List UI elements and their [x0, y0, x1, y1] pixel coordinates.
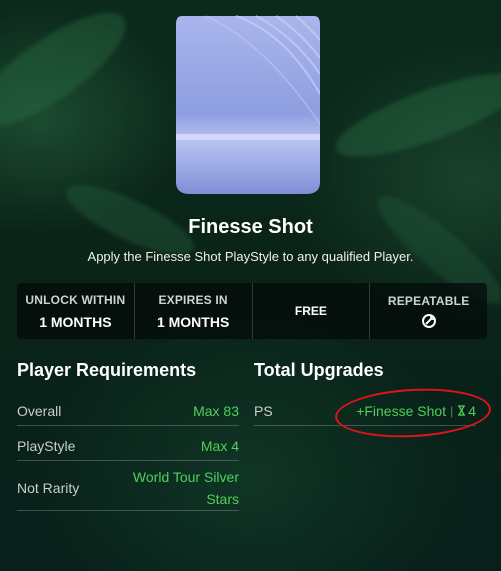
background-decoration: [327, 57, 501, 173]
playstyle-level-icon: [458, 405, 466, 416]
upgrades-list: PS +Finesse Shot | 4: [254, 396, 476, 426]
cost-label: FREE: [294, 304, 327, 318]
upgrade-count: 4: [468, 402, 476, 419]
requirement-label: Overall: [17, 402, 62, 419]
item-description: Apply the Finesse Shot PlayStyle to any …: [87, 249, 414, 264]
unlock-within-cell: UNLOCK WITHIN 1 MONTHS: [17, 283, 135, 339]
player-requirements-title: Player Requirements: [17, 360, 197, 380]
requirement-row: Overall Max 83: [17, 396, 239, 426]
requirement-row: Not Rarity World Tour Silver Stars: [17, 466, 239, 511]
expires-in-value: 1 MONTHS: [156, 313, 230, 330]
requirement-value: Max 83: [193, 402, 239, 419]
item-card-image: [176, 14, 320, 196]
expires-in-cell: EXPIRES IN 1 MONTHS: [135, 283, 253, 339]
background-decoration: [0, 0, 141, 147]
cost-cell: FREE: [253, 283, 371, 339]
requirements-list: Overall Max 83 PlayStyle Max 4 Not Rarit…: [17, 396, 239, 511]
upgrade-value: +Finesse Shot | 4: [356, 403, 476, 419]
upgrade-playstyle-name: +Finesse Shot: [356, 402, 447, 419]
upgrade-row: PS +Finesse Shot | 4: [254, 396, 476, 426]
objective-info-panel: UNLOCK WITHIN 1 MONTHS EXPIRES IN 1 MONT…: [17, 283, 487, 339]
upgrade-label: PS: [254, 402, 273, 419]
expires-in-label: EXPIRES IN: [158, 292, 228, 307]
unlock-within-label: UNLOCK WITHIN: [25, 292, 126, 307]
total-upgrades-title: Total Upgrades: [254, 360, 384, 380]
requirement-label: PlayStyle: [17, 437, 76, 454]
repeatable-cell: REPEATABLE: [370, 283, 487, 339]
upgrade-separator: |: [450, 403, 454, 418]
requirement-row: PlayStyle Max 4: [17, 431, 239, 461]
requirement-value: Max 4: [200, 437, 239, 454]
repeatable-label: REPEATABLE: [387, 293, 470, 308]
requirement-value: World Tour Silver Stars: [132, 469, 239, 507]
unlock-within-value: 1 MONTHS: [39, 313, 112, 330]
repeat-icon: [421, 313, 436, 328]
requirement-label: Not Rarity: [17, 480, 80, 496]
item-title: Finesse Shot: [188, 216, 313, 238]
